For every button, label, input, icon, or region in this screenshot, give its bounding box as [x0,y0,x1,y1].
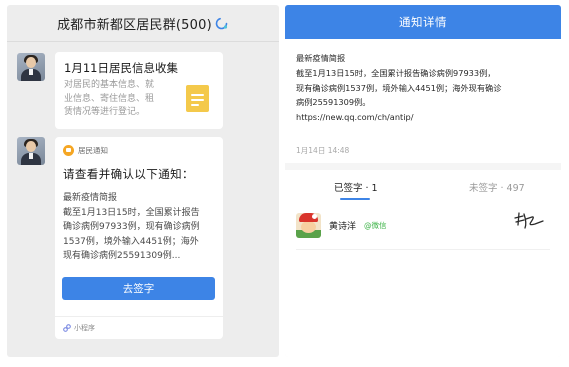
form-card-title: 1月11日居民信息收集 [64,61,178,75]
signer-row[interactable]: 黄诗洋 @微信 [296,209,550,247]
notice-source: 居民通知 [63,145,108,156]
notice-line: 现有确诊病例1537例，境外输入4451例；海外现有确诊 [296,82,502,93]
card-divider [55,316,223,317]
notice-body-line: 确诊病例97933例，现有确诊病例 [63,222,200,232]
mini-program-icon [63,324,71,332]
notice-body-line: 截至1月13日15时，全国累计报告 [63,207,200,218]
loading-spinner-icon [214,16,229,31]
notice-body-line: 现有确诊病例25591309例... [63,251,181,261]
form-card-desc-line: 对居民的基本信息、就 [64,80,155,90]
notice-detail-panel: 通知详情 最新疫情简报 截至1月13日15时，全国累计报告确诊病例97933例，… [285,5,561,357]
notice-card-body: 最新疫情简报 截至1月13日15时，全国累计报告 确诊病例97933例，现有确诊… [63,191,219,264]
go-sign-button[interactable]: 去签字 [62,277,215,300]
detail-title: 通知详情 [399,15,447,29]
mini-program-label: 小程序 [74,324,95,332]
notice-card-message[interactable]: 居民通知 请查看并确认以下通知： 最新疫情简报 截至1月13日15时，全国累计报… [55,137,223,339]
header-divider [7,41,279,42]
notice-card-title: 请查看并确认以下通知： [63,167,194,181]
document-icon [186,85,209,112]
notice-source-icon [63,145,74,156]
row-divider [296,249,550,250]
notice-line: 病例25591309例。 [296,97,371,108]
avatar[interactable] [17,53,45,81]
form-card-desc-line: 业信息、寄住信息、租 [64,93,155,104]
form-card-desc-line: 赁情况等进行登记。 [64,107,146,117]
detail-header: 通知详情 [285,5,561,39]
group-chat-panel: 成都市新都区居民群(500) 1月11日居民信息收集 对居民的基本信息、就 业信… [7,5,279,357]
notice-body-line: 最新疫情简报 [63,193,118,203]
notice-link[interactable]: https://new.qq.com/ch/antip/ [296,110,554,125]
notice-text: 最新疫情简报 截至1月13日15时，全国累计报告确诊病例97933例， 现有确诊… [296,51,554,125]
mini-program-footer[interactable]: 小程序 [63,323,95,333]
form-card-description: 对居民的基本信息、就 业信息、寄住信息、租 赁情况等进行登记。 [64,79,176,120]
signer-avatar [296,213,321,238]
notice-date: 1月14日 14:48 [296,146,350,155]
screen: 成都市新都区居民群(500) 1月11日居民信息收集 对居民的基本信息、就 业信… [0,0,569,367]
notice-content: 最新疫情简报 截至1月13日15时，全国累计报告确诊病例97933例， 现有确诊… [285,39,561,163]
notice-line: 最新疫情简报 [296,53,346,63]
handwritten-signature [513,209,545,233]
active-tab-indicator [340,198,370,200]
chat-title: 成都市新都区居民群(500) [57,17,212,33]
avatar[interactable] [17,137,45,165]
tab-unsigned[interactable]: 未签字 · 497 [469,180,525,194]
wechat-tag: @微信 [364,220,387,231]
notice-body-line: 1537例，境外输入4451例；海外 [63,236,199,247]
notice-line: 截至1月13日15时，全国累计报告确诊病例97933例， [296,67,496,78]
tab-signed[interactable]: 已签字 · 1 [334,180,378,194]
notice-source-label: 居民通知 [78,146,108,155]
chat-header: 成都市新都区居民群(500) [7,5,279,41]
wechat-tag-label: @微信 [364,221,387,230]
signer-name: 黄诗洋 [329,222,357,232]
form-card-message[interactable]: 1月11日居民信息收集 对居民的基本信息、就 业信息、寄住信息、租 赁情况等进行… [55,52,223,129]
sign-status-section: 已签字 · 1 未签字 · 497 黄诗洋 @微信 [285,170,561,357]
